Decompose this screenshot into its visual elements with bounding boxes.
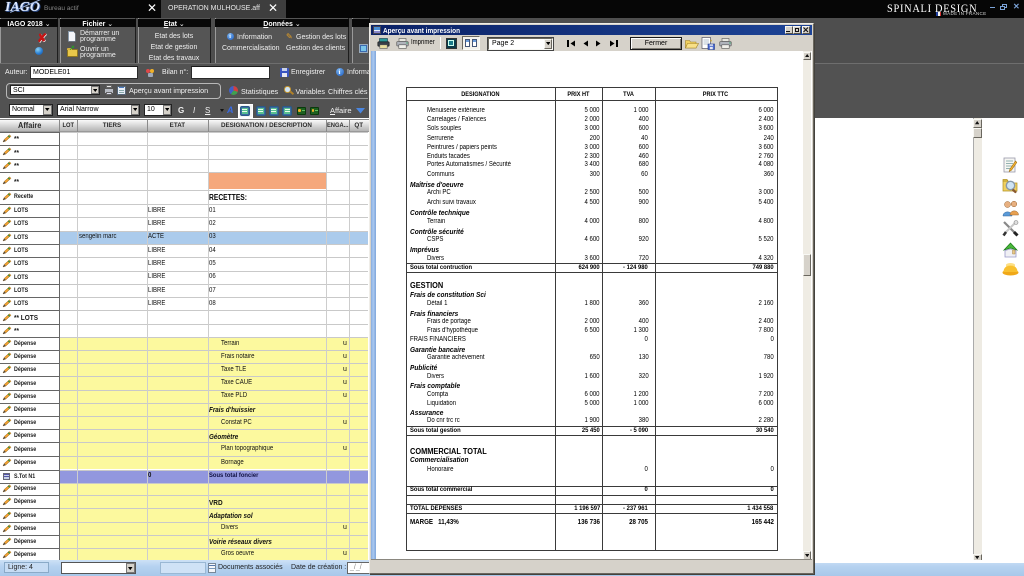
svg-text:*: *: [710, 40, 712, 46]
